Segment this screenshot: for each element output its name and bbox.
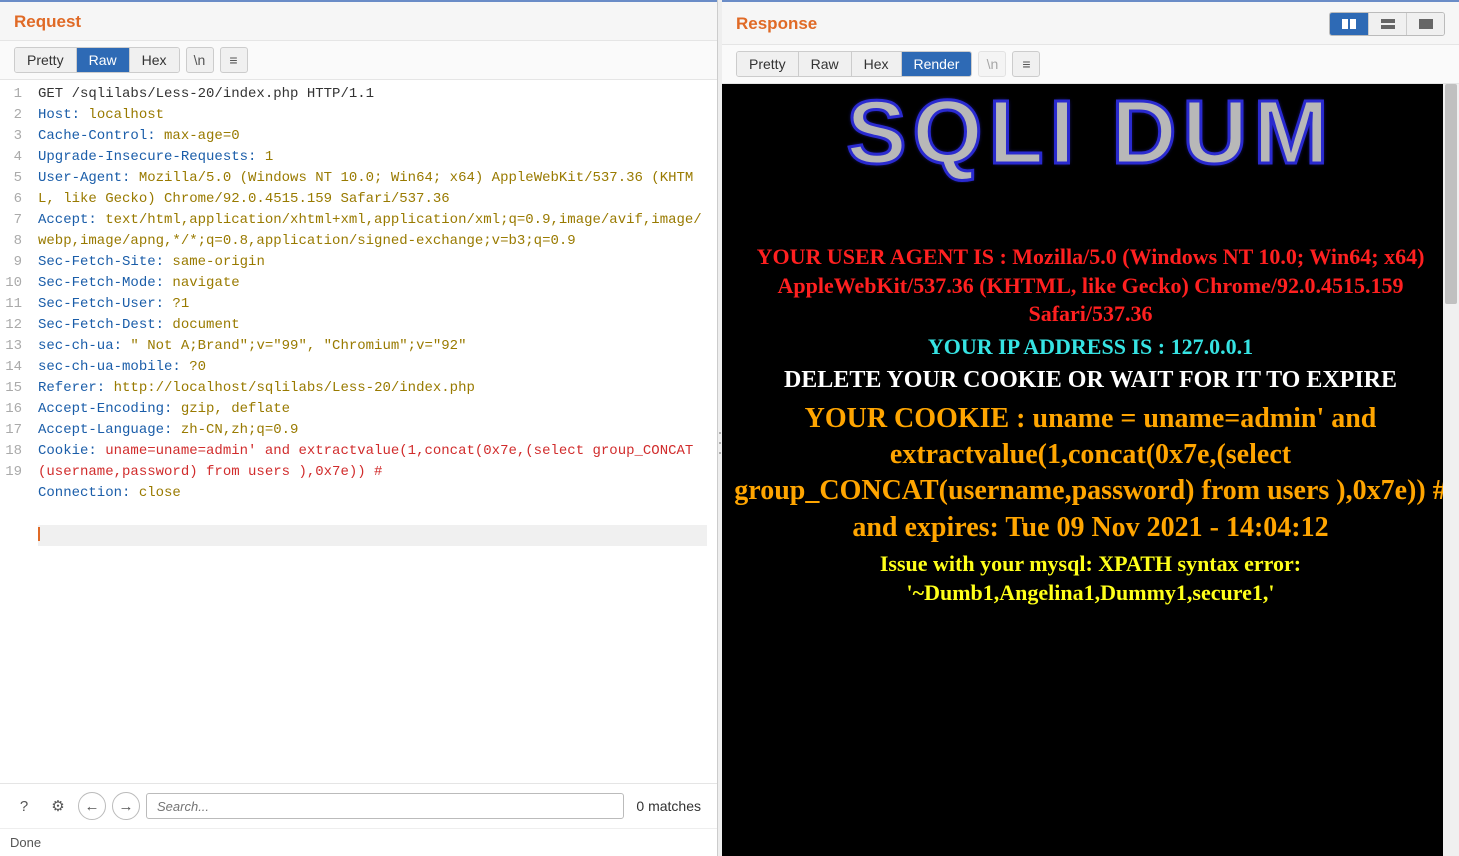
code-line: [38, 525, 707, 546]
single-icon: [1419, 19, 1433, 29]
layout-single-button[interactable]: [1406, 13, 1444, 35]
code-line: Accept-Encoding: gzip, deflate: [38, 399, 707, 420]
page-banner: SQLI DUM: [726, 84, 1455, 183]
code-line: sec-ch-ua-mobile: ?0: [38, 357, 707, 378]
response-pane: Response PrettyRawHexRender \n ≡: [722, 0, 1459, 856]
rendered-page: SQLI DUM YOUR USER AGENT IS : Mozilla/5.…: [722, 84, 1459, 631]
request-pane: Request PrettyRawHex \n ≡ 12345678910111…: [0, 0, 718, 856]
match-count: 0 matches: [630, 798, 707, 814]
response-view-tabs: PrettyRawHexRender: [736, 51, 972, 77]
code-line: Cache-Control: max-age=0: [38, 126, 707, 147]
code-line: Upgrade-Insecure-Requests: 1: [38, 147, 707, 168]
arrow-left-icon: ←: [85, 798, 100, 815]
settings-button[interactable]: ⚙: [44, 792, 72, 820]
code-line: GET /sqlilabs/Less-20/index.php HTTP/1.1: [38, 84, 707, 105]
request-header: Request: [0, 0, 717, 41]
tab-raw[interactable]: Raw: [798, 52, 851, 76]
code-line: Accept: text/html,application/xhtml+xml,…: [38, 210, 707, 252]
response-title: Response: [736, 14, 817, 34]
code-line: Referer: http://localhost/sqlilabs/Less-…: [38, 378, 707, 399]
code-line: Connection: close: [38, 483, 707, 504]
escape-newlines-button[interactable]: \n: [186, 47, 214, 73]
request-view-tabs: PrettyRawHex: [14, 47, 180, 73]
response-header: Response: [722, 0, 1459, 45]
line-gutter: 12345678910111213141516171819: [0, 80, 28, 783]
layout-columns-button[interactable]: [1330, 13, 1368, 35]
tab-hex[interactable]: Hex: [129, 48, 179, 72]
tab-raw[interactable]: Raw: [76, 48, 129, 72]
help-button[interactable]: ?: [10, 792, 38, 820]
prev-match-button[interactable]: ←: [78, 792, 106, 820]
hamburger-icon: ≡: [1022, 56, 1030, 72]
rows-icon: [1381, 19, 1395, 29]
code-line: Accept-Language: zh-CN,zh;q=0.9: [38, 420, 707, 441]
response-render[interactable]: SQLI DUM YOUR USER AGENT IS : Mozilla/5.…: [722, 84, 1459, 856]
code-line: Sec-Fetch-User: ?1: [38, 294, 707, 315]
code-line: Cookie: uname=uname=admin' and extractva…: [38, 441, 707, 483]
code-line: sec-ch-ua: " Not A;Brand";v="99", "Chrom…: [38, 336, 707, 357]
next-match-button[interactable]: →: [112, 792, 140, 820]
code-line: User-Agent: Mozilla/5.0 (Windows NT 10.0…: [38, 168, 707, 210]
code-line: Sec-Fetch-Mode: navigate: [38, 273, 707, 294]
scrollbar-thumb[interactable]: [1445, 84, 1457, 304]
app-root: Request PrettyRawHex \n ≡ 12345678910111…: [0, 0, 1459, 856]
tab-hex[interactable]: Hex: [851, 52, 901, 76]
columns-icon: [1342, 19, 1356, 29]
tab-render[interactable]: Render: [901, 52, 972, 76]
tab-pretty[interactable]: Pretty: [15, 48, 76, 72]
user-agent-line: YOUR USER AGENT IS : Mozilla/5.0 (Window…: [726, 243, 1455, 329]
response-menu-button[interactable]: ≡: [1012, 51, 1040, 77]
response-escape-newlines-button[interactable]: \n: [978, 51, 1006, 77]
request-toolbar: PrettyRawHex \n ≡: [0, 41, 717, 80]
mysql-error-line: Issue with your mysql: XPATH syntax erro…: [726, 550, 1455, 607]
scrollbar[interactable]: [1443, 84, 1459, 856]
request-menu-button[interactable]: ≡: [220, 47, 248, 73]
request-code[interactable]: GET /sqlilabs/Less-20/index.php HTTP/1.1…: [28, 80, 717, 783]
ip-address-line: YOUR IP ADDRESS IS : 127.0.0.1: [726, 333, 1455, 362]
arrow-right-icon: →: [119, 798, 134, 815]
cookie-line: YOUR COOKIE : uname = uname=admin' and e…: [726, 401, 1455, 547]
layout-toggle: [1329, 12, 1445, 36]
request-bottombar: ? ⚙ ← → 0 matches: [0, 783, 717, 828]
request-editor[interactable]: 12345678910111213141516171819 GET /sqlil…: [0, 80, 717, 783]
response-toolbar: PrettyRawHexRender \n ≡: [722, 45, 1459, 84]
tab-pretty[interactable]: Pretty: [737, 52, 798, 76]
status-bar: Done: [0, 828, 717, 856]
code-line: Sec-Fetch-Dest: document: [38, 315, 707, 336]
help-icon: ?: [20, 798, 28, 815]
delete-cookie-line: DELETE YOUR COOKIE OR WAIT FOR IT TO EXP…: [726, 365, 1455, 396]
layout-rows-button[interactable]: [1368, 13, 1406, 35]
code-line: Host: localhost: [38, 105, 707, 126]
code-line: [38, 504, 707, 525]
code-line: Sec-Fetch-Site: same-origin: [38, 252, 707, 273]
search-input[interactable]: [146, 793, 624, 819]
request-title: Request: [14, 12, 81, 32]
hamburger-icon: ≡: [229, 52, 237, 68]
gear-icon: ⚙: [51, 797, 64, 815]
